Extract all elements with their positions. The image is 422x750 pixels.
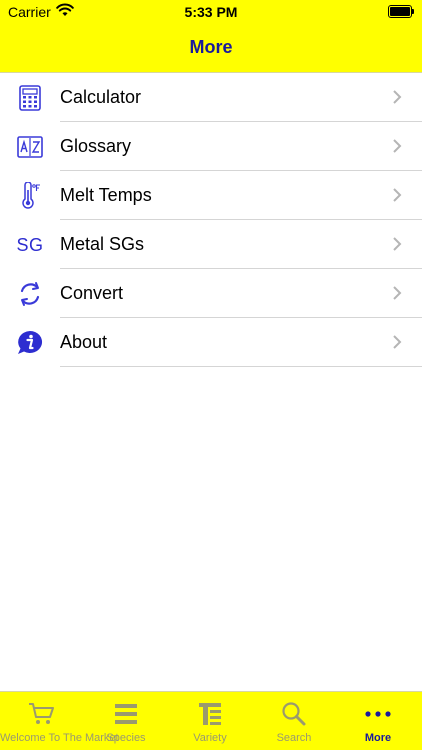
more-dots-icon bbox=[336, 701, 420, 727]
menu-item-label: Metal SGs bbox=[60, 234, 145, 254]
tab-more[interactable]: More bbox=[336, 692, 420, 750]
tab-species[interactable]: Species bbox=[84, 692, 168, 750]
tab-label: More bbox=[364, 732, 392, 744]
sg-text-icon: SG bbox=[14, 230, 46, 260]
info-bubble-icon bbox=[14, 328, 46, 358]
chevron-right-icon bbox=[393, 188, 402, 202]
glossary-az-icon bbox=[14, 132, 46, 162]
tab-bar: Welcome To The Market Species Variety Se… bbox=[0, 691, 422, 750]
menu-item-label: Glossary bbox=[60, 136, 132, 156]
tab-label: Species bbox=[106, 732, 146, 744]
tab-label: Variety bbox=[193, 732, 227, 744]
tab-label: Search bbox=[276, 732, 312, 744]
search-icon bbox=[252, 701, 336, 727]
cart-icon bbox=[0, 701, 84, 727]
chevron-right-icon bbox=[393, 335, 402, 349]
divider bbox=[60, 366, 422, 367]
chevron-right-icon bbox=[393, 139, 402, 153]
menu-item-label: Convert bbox=[60, 283, 124, 303]
menu-item-metal-sgs[interactable]: SG Metal SGs bbox=[0, 220, 422, 269]
menu-item-label: About bbox=[60, 332, 108, 352]
menu-item-label: Calculator bbox=[60, 87, 142, 107]
navigation-header: Carrier 5:33 PM More bbox=[0, 0, 422, 73]
chevron-right-icon bbox=[393, 90, 402, 104]
more-menu-list: Calculator Glossary Melt Temps SG Metal … bbox=[0, 73, 422, 367]
variety-icon bbox=[168, 701, 252, 727]
tab-variety[interactable]: Variety bbox=[168, 692, 252, 750]
status-bar: Carrier 5:33 PM bbox=[0, 0, 422, 24]
chevron-right-icon bbox=[393, 286, 402, 300]
battery-icon bbox=[388, 5, 414, 18]
tab-search[interactable]: Search bbox=[252, 692, 336, 750]
convert-arrows-icon bbox=[14, 279, 46, 309]
list-icon bbox=[84, 701, 168, 727]
menu-item-melt-temps[interactable]: Melt Temps bbox=[0, 171, 422, 220]
menu-item-calculator[interactable]: Calculator bbox=[0, 73, 422, 122]
clock: 5:33 PM bbox=[184, 4, 238, 20]
sg-icon-text: SG bbox=[16, 234, 44, 255]
tab-welcome[interactable]: Welcome To The Market bbox=[0, 692, 119, 750]
menu-item-label: Melt Temps bbox=[60, 185, 152, 205]
thermometer-icon bbox=[14, 181, 46, 211]
tab-label: Welcome To The Market bbox=[0, 732, 119, 744]
menu-item-about[interactable]: About bbox=[0, 318, 422, 367]
menu-item-glossary[interactable]: Glossary bbox=[0, 122, 422, 171]
page-title: More bbox=[189, 37, 233, 57]
chevron-right-icon bbox=[393, 237, 402, 251]
calculator-icon bbox=[14, 83, 46, 113]
menu-item-convert[interactable]: Convert bbox=[0, 269, 422, 318]
